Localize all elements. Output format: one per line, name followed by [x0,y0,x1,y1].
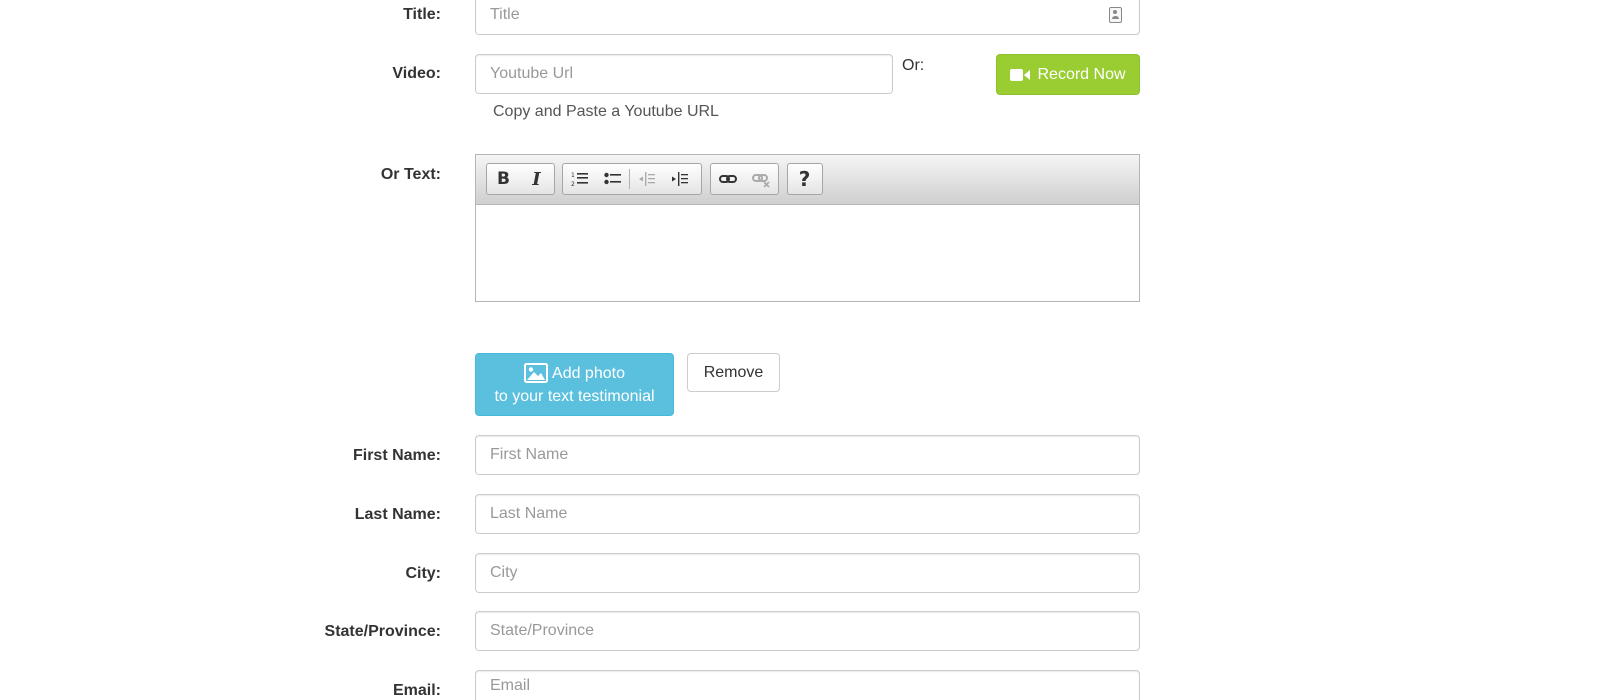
outdent-button[interactable] [630,164,663,194]
video-label: Video: [392,65,441,82]
svg-text:1: 1 [571,172,575,179]
text-label: Or Text: [380,166,441,183]
ordered-list-button[interactable]: 1 2 [563,164,596,194]
help-button[interactable]: ? [788,164,821,194]
last-name-input[interactable] [475,494,1140,534]
bold-button[interactable]: B [487,164,520,194]
email-input[interactable] [475,670,1140,700]
svg-text:2: 2 [571,181,575,188]
email-label: Email: [392,682,441,699]
editor-content-area[interactable] [476,205,1139,301]
rich-text-editor: B I 1 2 ? [475,154,1140,302]
youtube-help-text: Copy and Paste a Youtube URL [493,103,719,120]
add-photo-button[interactable]: Add photo to your text testimonial [475,353,674,416]
or-label: Or: [902,57,925,74]
add-photo-label: Add photo [552,364,625,382]
link-icon [718,175,737,183]
title-input[interactable] [475,0,1140,35]
bold-icon: B [497,169,510,189]
unlink-button[interactable] [744,164,777,194]
italic-button[interactable]: I [520,164,553,194]
image-icon [524,363,549,383]
unordered-list-button[interactable] [596,164,629,194]
testimonial-form: Title: Video: Or: Record Now Copy and Pa… [0,0,1600,700]
state-province-input[interactable] [475,611,1140,651]
format-group: B I [486,163,555,195]
editor-toolbar: B I 1 2 ? [476,155,1139,205]
last-name-label: Last Name: [354,506,441,523]
indent-button[interactable] [663,164,696,194]
outdent-icon [638,172,655,186]
ordered-list-icon: 1 2 [571,172,588,188]
link-group [710,163,779,195]
help-icon: ? [798,167,811,191]
unordered-list-icon [603,172,621,185]
indent-icon [671,172,688,186]
link-button[interactable] [711,164,744,194]
city-label: City: [405,565,441,582]
video-camera-icon [1010,68,1032,82]
youtube-url-input[interactable] [475,54,893,94]
italic-icon: I [532,168,541,190]
first-name-label: First Name: [352,447,441,464]
add-photo-line1: Add photo [524,362,625,385]
contact-card-icon[interactable] [1109,7,1122,23]
record-now-label: Record Now [1037,65,1126,83]
record-now-button[interactable]: Record Now [996,54,1140,95]
title-label: Title: [403,6,441,23]
add-photo-sublabel: to your text testimonial [494,387,655,405]
list-indent-group: 1 2 [562,163,702,195]
state-label: State/Province: [324,623,441,640]
city-input[interactable] [475,553,1140,593]
first-name-input[interactable] [475,435,1140,475]
help-group: ? [787,163,823,195]
unlink-icon [751,174,770,188]
remove-photo-button[interactable]: Remove [687,353,780,392]
